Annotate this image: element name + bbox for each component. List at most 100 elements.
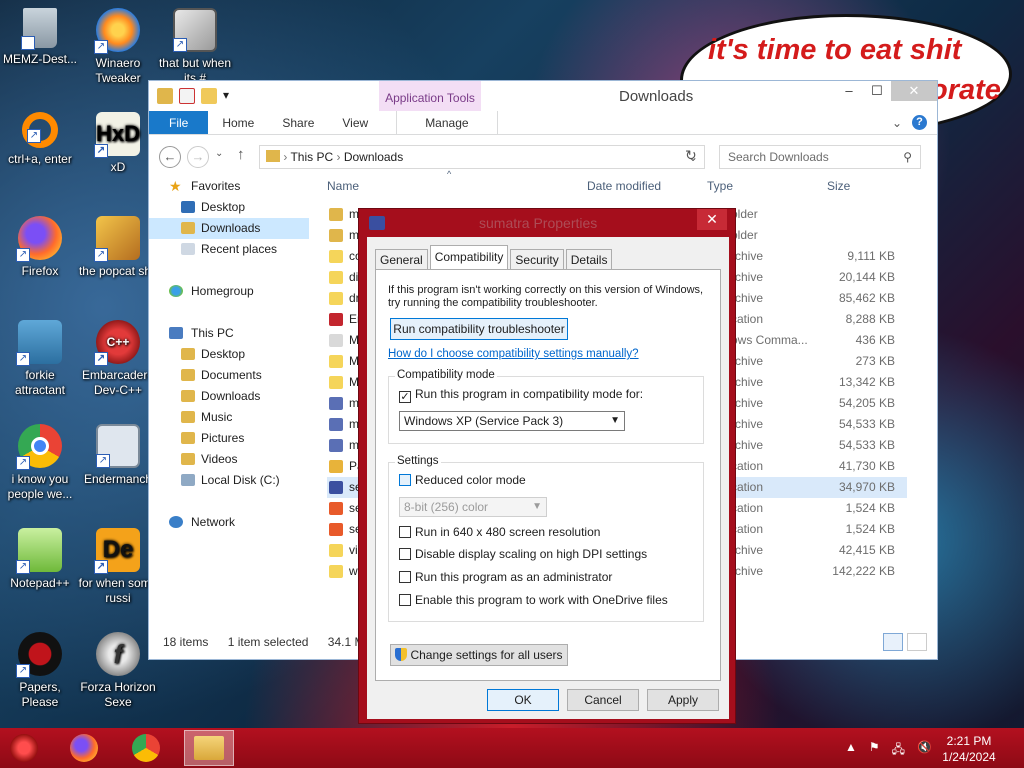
column-name[interactable]: Name — [327, 179, 359, 193]
refresh-icon[interactable]: ↻ — [685, 147, 697, 164]
nav-pc-downloads[interactable]: Downloads — [149, 386, 309, 407]
tab-home[interactable]: Home — [208, 111, 268, 134]
nav-videos[interactable]: Videos — [149, 449, 309, 470]
close-button[interactable]: ✕ — [891, 81, 937, 101]
dialog-close-button[interactable]: ✕ — [697, 209, 727, 230]
nav-favorites[interactable]: ★ Favorites — [149, 176, 309, 197]
tab-details[interactable]: Details — [565, 249, 613, 269]
tab-file[interactable]: File — [149, 111, 209, 134]
desktop-icon-memz[interactable]: MEMZ-Dest... — [0, 8, 80, 67]
new-folder-icon[interactable] — [201, 88, 217, 104]
desktop-icon-winaero[interactable]: ↗ Winaero Tweaker — [78, 8, 158, 86]
desktop-icon-ring[interactable]: ↗ ctrl+a, enter — [0, 112, 80, 167]
tab-security[interactable]: Security — [510, 249, 564, 269]
admin-checkbox[interactable]: Run this program as an administrator — [399, 570, 612, 586]
os-select[interactable]: Windows XP (Service Pack 3) ▼ — [399, 411, 625, 431]
res-640-checkbox[interactable]: Run in 640 x 480 screen resolution — [399, 525, 600, 541]
desktop-icon-flash[interactable]: f Forza Horizon Sexe — [78, 632, 158, 710]
nav-music[interactable]: Music — [149, 407, 309, 428]
search-input[interactable]: Search Downloads ⚲ — [719, 145, 921, 169]
desktop-icon-devcpp[interactable]: C++ ↗ Embarcadero Dev-C++ — [78, 320, 158, 398]
tab-general[interactable]: General — [375, 249, 428, 269]
desktop-icon-endermanch[interactable]: ↗ Endermanch — [78, 424, 158, 487]
desktop-icon-stack[interactable]: ↗ that but when its # — [155, 8, 235, 86]
taskbar-file-explorer[interactable] — [184, 730, 234, 766]
cancel-button[interactable]: Cancel — [567, 689, 639, 711]
desktop-icon-chrome[interactable]: ↗ i know you people we... — [0, 424, 80, 502]
computer-icon — [169, 327, 183, 339]
folder-icon — [181, 369, 195, 381]
tab-share[interactable]: Share — [268, 111, 328, 134]
run-troubleshooter-button[interactable]: Run compatibility troubleshooter — [390, 318, 568, 340]
address-box[interactable]: › This PC › Downloads ⌄ — [259, 145, 705, 169]
column-date[interactable]: Date modified — [587, 179, 661, 193]
clock[interactable]: 2:21 PM 1/24/2024 — [934, 733, 1004, 765]
customize-qat-icon[interactable]: ▾ — [223, 88, 231, 104]
desktop-icon-xd[interactable]: HxD ↗ xD — [78, 112, 158, 175]
nav-pc-desktop[interactable]: Desktop — [149, 344, 309, 365]
folder-up-icon[interactable] — [157, 88, 173, 104]
desktop-icon-label: Endermanch — [83, 472, 153, 486]
show-hidden-icons-icon[interactable]: ▲ — [845, 740, 857, 761]
nav-label: Videos — [201, 452, 238, 466]
change-all-users-button[interactable]: Change settings for all users — [390, 644, 568, 666]
start-button[interactable] — [4, 730, 44, 766]
column-size[interactable]: Size — [827, 179, 850, 193]
onedrive-checkbox[interactable]: Enable this program to work with OneDriv… — [399, 593, 668, 609]
forward-button[interactable]: → — [187, 146, 209, 168]
column-type[interactable]: Type — [707, 179, 733, 193]
desktop-icon-label: Notepad++ — [10, 576, 70, 590]
settings-title: Settings — [395, 455, 441, 467]
action-center-flag-icon[interactable]: ⚑ — [869, 740, 880, 761]
tab-view[interactable]: View — [328, 111, 382, 134]
ok-button[interactable]: OK — [487, 689, 559, 711]
chevron-down-icon: ▼ — [532, 501, 542, 512]
desktop-icon-papers[interactable]: ↗ Papers, Please — [0, 632, 80, 710]
properties-icon[interactable] — [179, 88, 195, 104]
details-view-icon[interactable] — [883, 633, 903, 651]
tab-compatibility[interactable]: Compatibility — [429, 245, 509, 269]
minimize-button[interactable]: – — [835, 81, 863, 101]
help-icon[interactable]: ? — [912, 115, 927, 130]
apply-button[interactable]: Apply — [647, 689, 719, 711]
desktop-icon-forkie[interactable]: ↗ forkie attractant — [0, 320, 80, 398]
nav-local-disk[interactable]: Local Disk (C:) — [149, 470, 309, 491]
ring-icon: ↗ — [22, 112, 58, 148]
network-icon[interactable]: 🖧 — [892, 740, 905, 761]
taskbar-chrome[interactable] — [126, 730, 166, 766]
downloads-icon — [181, 222, 195, 234]
file-icon — [329, 250, 343, 263]
maximize-button[interactable]: ☐ — [863, 81, 891, 101]
nav-pictures[interactable]: Pictures — [149, 428, 309, 449]
expand-ribbon-icon[interactable]: ⌄ — [892, 116, 902, 130]
network-icon — [169, 516, 183, 528]
file-size: 273 KB — [855, 354, 895, 368]
tab-manage[interactable]: Manage — [396, 111, 498, 134]
taskbar-firefox[interactable] — [64, 730, 104, 766]
nav-recent-places[interactable]: Recent places — [149, 239, 309, 260]
nav-desktop[interactable]: Desktop — [149, 197, 309, 218]
nav-downloads[interactable]: Downloads — [149, 218, 309, 239]
breadcrumb-downloads[interactable]: Downloads — [344, 150, 403, 164]
recent-locations-icon[interactable]: ⌄ — [215, 148, 223, 159]
nav-documents[interactable]: Documents — [149, 365, 309, 386]
compat-mode-checkbox[interactable]: ✓ Run this program in compatibility mode … — [399, 387, 643, 403]
dpi-checkbox[interactable]: Disable display scaling on high DPI sett… — [399, 547, 647, 563]
large-icons-view-icon[interactable] — [907, 633, 927, 651]
nav-homegroup[interactable]: Homegroup — [149, 281, 309, 302]
desktop-icon-popcat[interactable]: ↗ the popcat shit — [78, 216, 158, 279]
nav-this-pc[interactable]: This PC — [149, 323, 309, 344]
desktop-icon-de[interactable]: De ↗ for when some russi — [78, 528, 158, 606]
back-button[interactable]: ← — [159, 146, 181, 168]
reduced-color-checkbox[interactable]: Reduced color mode — [399, 473, 526, 489]
breadcrumb-this-pc[interactable]: This PC — [290, 150, 333, 164]
color-depth-select[interactable]: 8-bit (256) color ▼ — [399, 497, 547, 517]
desktop-icon-firefox[interactable]: ↗ Firefox — [0, 216, 80, 279]
dpi-label: Disable display scaling on high DPI sett… — [415, 547, 648, 561]
hxd-icon: HxD ↗ — [94, 112, 140, 158]
nav-network[interactable]: Network — [149, 512, 309, 533]
up-arrow-icon[interactable]: ↑ — [237, 146, 245, 163]
volume-muted-icon[interactable]: 🔇 — [917, 740, 932, 761]
desktop-icon-notepadpp[interactable]: ↗ Notepad++ — [0, 528, 80, 591]
compat-help-link[interactable]: How do I choose compatibility settings m… — [388, 348, 639, 360]
